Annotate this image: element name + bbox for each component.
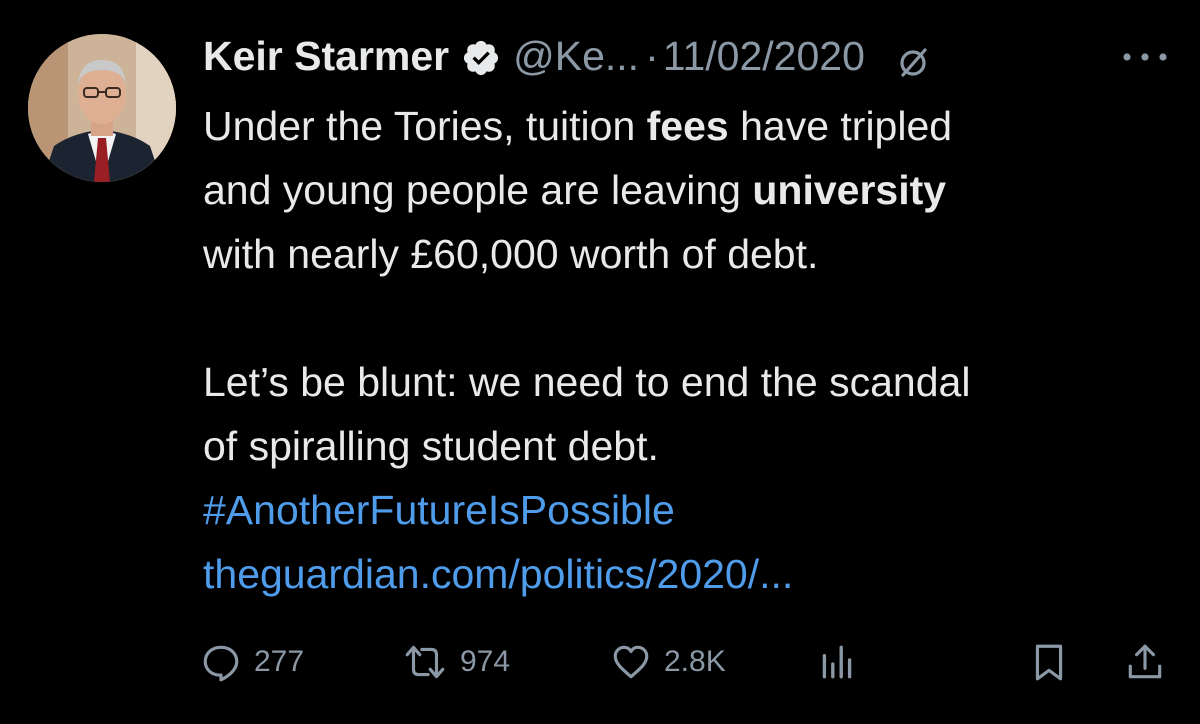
avatar[interactable] [28, 34, 176, 182]
body-text-bold: university [752, 167, 947, 213]
reply-count: 277 [254, 645, 305, 678]
like-count: 2.8K [664, 645, 726, 678]
body-text-segment: have tripled [728, 103, 953, 149]
article-link[interactable]: theguardian.com/politics/2020/... [203, 542, 1183, 606]
header-separator: · [645, 33, 659, 79]
more-icon[interactable] [1118, 50, 1172, 64]
tweet-timestamp[interactable]: 11/02/2020 [663, 28, 865, 84]
retweet-icon [405, 645, 445, 679]
bookmark-icon [1035, 644, 1063, 681]
tweet-actions: 277 974 2.8K [200, 636, 1180, 688]
retweet-count: 974 [460, 645, 511, 678]
reply-icon [203, 645, 239, 682]
views-chart-icon [822, 645, 852, 679]
body-text-segment: Under the Tories, tuition [203, 103, 647, 149]
body-line: Let’s be blunt: we need to end the scand… [203, 359, 971, 405]
author-name[interactable]: Keir Starmer [203, 28, 449, 84]
tweet-body: Under the Tories, tuition fees have trip… [203, 94, 1183, 606]
reply-button[interactable]: 277 [200, 636, 304, 688]
hashtag-link[interactable]: #AnotherFutureIsPossible [203, 478, 1183, 542]
avatar-photo [28, 34, 176, 182]
author-handle[interactable]: @Ke... [513, 28, 639, 84]
bookmark-button[interactable] [1028, 636, 1070, 688]
share-icon [1128, 644, 1162, 679]
body-line: with nearly £60,000 worth of debt. [203, 231, 819, 277]
like-button[interactable]: 2.8K [610, 636, 726, 688]
body-line: of spiralling student debt. [203, 423, 659, 469]
edited-slash-icon[interactable] [895, 38, 931, 77]
body-line: Under the Tories, tuition fees have trip… [203, 94, 1183, 158]
body-text-bold: fees [646, 103, 729, 149]
retweet-button[interactable]: 974 [402, 636, 510, 688]
tweet-header: Keir Starmer @Ke... · 11/02/2020 [203, 28, 931, 84]
tweet[interactable]: Keir Starmer @Ke... · 11/02/2020 Under t… [0, 0, 1200, 724]
share-button[interactable] [1124, 636, 1166, 688]
heart-icon [613, 645, 649, 679]
body-line: and young people are leaving university [203, 158, 1183, 222]
body-text-segment: and young people are leaving [203, 167, 753, 213]
views-button[interactable] [816, 636, 858, 688]
verified-badge-icon[interactable] [461, 36, 501, 76]
